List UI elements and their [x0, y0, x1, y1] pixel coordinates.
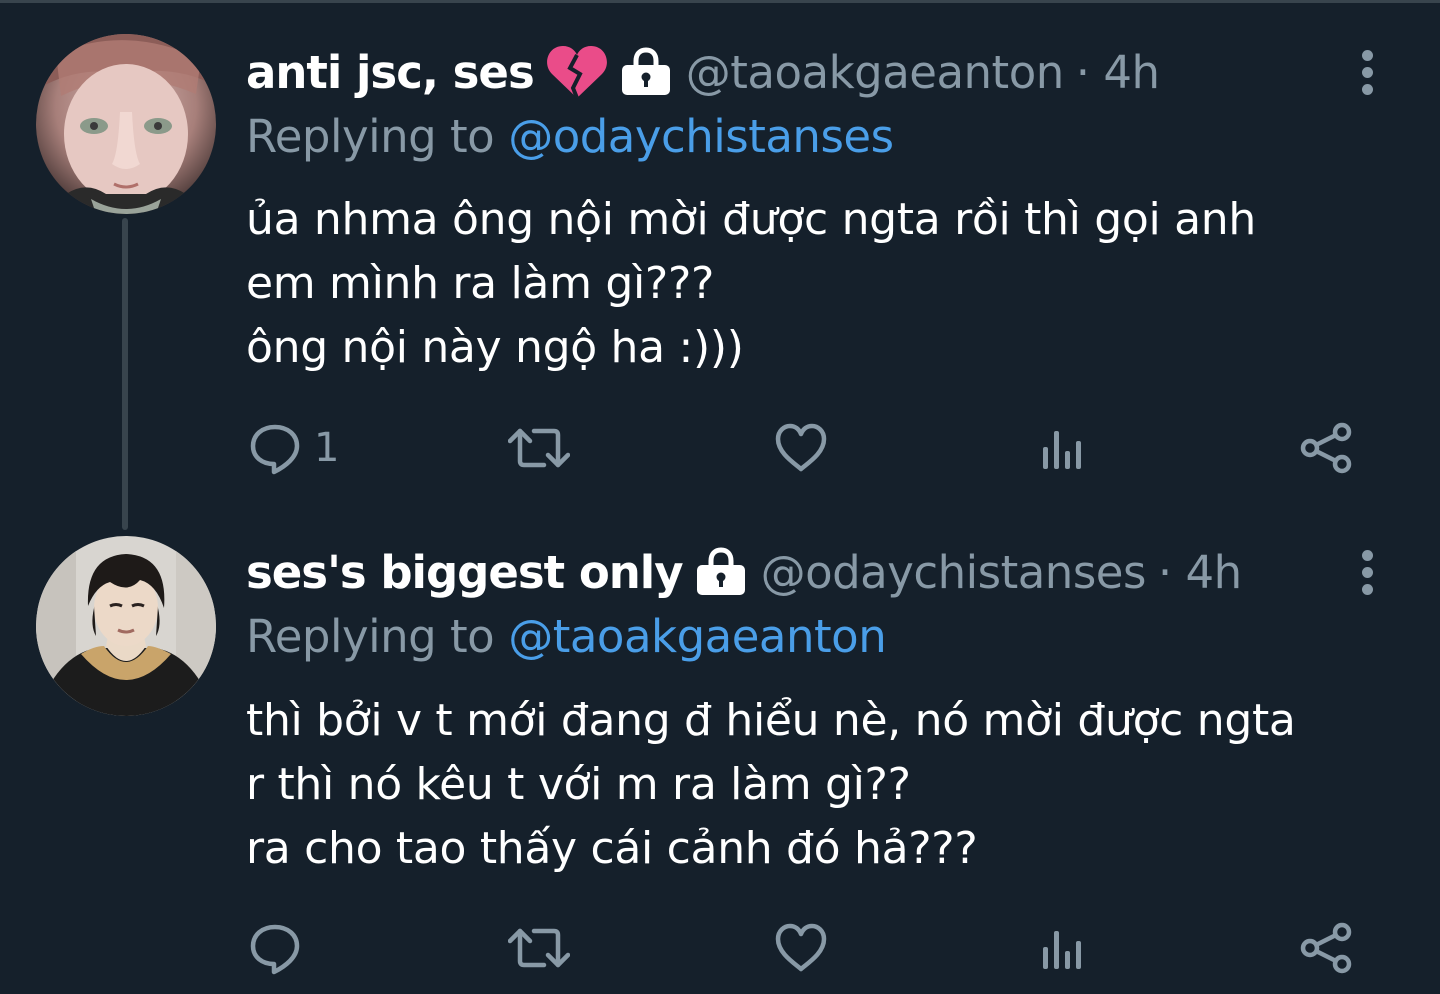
- lock-icon: [620, 47, 672, 97]
- share-icon: [1300, 422, 1352, 474]
- tweet-actions: 1: [0, 418, 1440, 478]
- replying-to-label: Replying to: [246, 109, 495, 163]
- replying-to-label: Replying to: [246, 609, 495, 663]
- lock-icon: [695, 547, 747, 597]
- timestamp[interactable]: · 4h: [1158, 546, 1242, 599]
- replying-to: Replying to @odaychistanses: [246, 108, 894, 164]
- retweet-icon: [508, 428, 570, 468]
- analytics-button[interactable]: [1040, 918, 1086, 978]
- broken-heart-icon: [546, 44, 608, 100]
- like-icon: [775, 423, 827, 472]
- replying-to-link[interactable]: @odaychistanses: [508, 110, 894, 163]
- retweet-icon: [508, 928, 570, 968]
- tweet-text-line: thì bởi v t mới đang đ hiểu nè, nó mời đ…: [246, 695, 1296, 746]
- display-name[interactable]: anti jsc, ses: [246, 46, 535, 99]
- tweet-text-line: r thì nó kêu t với m ra làm gì??: [246, 759, 911, 810]
- reply-icon: [250, 424, 300, 475]
- avatar[interactable]: [36, 34, 216, 214]
- timestamp[interactable]: · 4h: [1076, 46, 1160, 99]
- replying-to-link[interactable]: @taoakgaeanton: [508, 610, 887, 663]
- analytics-icon: [1043, 431, 1081, 469]
- reply-count: 1: [314, 425, 340, 471]
- tweet-text-line: ra cho tao thấy cái cảnh đó hả???: [246, 823, 978, 874]
- tweet-text-line: ủa nhma ông nội mời được ngta rồi thì gọ…: [246, 194, 1256, 245]
- tweet-header: anti jsc, ses @taoakgaeanton · 4h: [246, 44, 1160, 100]
- analytics-button[interactable]: [1040, 418, 1086, 478]
- retweet-button[interactable]: [508, 418, 570, 478]
- avatar[interactable]: [36, 536, 216, 716]
- analytics-icon: [1043, 931, 1081, 969]
- avatar-photo: [36, 34, 216, 214]
- display-name[interactable]: ses's biggest only: [246, 546, 684, 599]
- replying-to: Replying to @taoakgaeanton: [246, 608, 887, 664]
- tweet-header: ses's biggest only @odaychistanses · 4h: [246, 544, 1242, 600]
- share-icon: [1300, 922, 1352, 974]
- tweet-2[interactable]: ses's biggest only @odaychistanses · 4h …: [0, 500, 1440, 994]
- reply-button[interactable]: 1: [248, 418, 339, 478]
- more-options-icon[interactable]: [1355, 544, 1379, 600]
- like-button[interactable]: [774, 418, 828, 478]
- share-button[interactable]: [1298, 418, 1354, 478]
- tweet-1[interactable]: anti jsc, ses @taoakgaeanton · 4h Replyi…: [0, 0, 1440, 530]
- thread-connector: [122, 218, 128, 530]
- like-icon: [775, 923, 827, 972]
- tweet-text: thì bởi v t mới đang đ hiểu nè, nó mời đ…: [246, 689, 1416, 881]
- tweet-text: ủa nhma ông nội mời được ngta rồi thì gọ…: [246, 188, 1416, 380]
- reply-icon: [250, 924, 300, 975]
- tweet-text-line: em mình ra làm gì???: [246, 258, 715, 309]
- like-button[interactable]: [774, 918, 828, 978]
- tweet-actions: [0, 918, 1440, 978]
- tweet-text-line: ông nội này ngộ ha :))): [246, 322, 744, 373]
- reply-button[interactable]: [248, 918, 314, 978]
- retweet-button[interactable]: [508, 918, 570, 978]
- handle[interactable]: @taoakgaeanton: [686, 46, 1065, 99]
- handle[interactable]: @odaychistanses: [761, 546, 1147, 599]
- more-options-icon[interactable]: [1355, 44, 1379, 100]
- avatar-photo: [36, 536, 216, 716]
- share-button[interactable]: [1298, 918, 1354, 978]
